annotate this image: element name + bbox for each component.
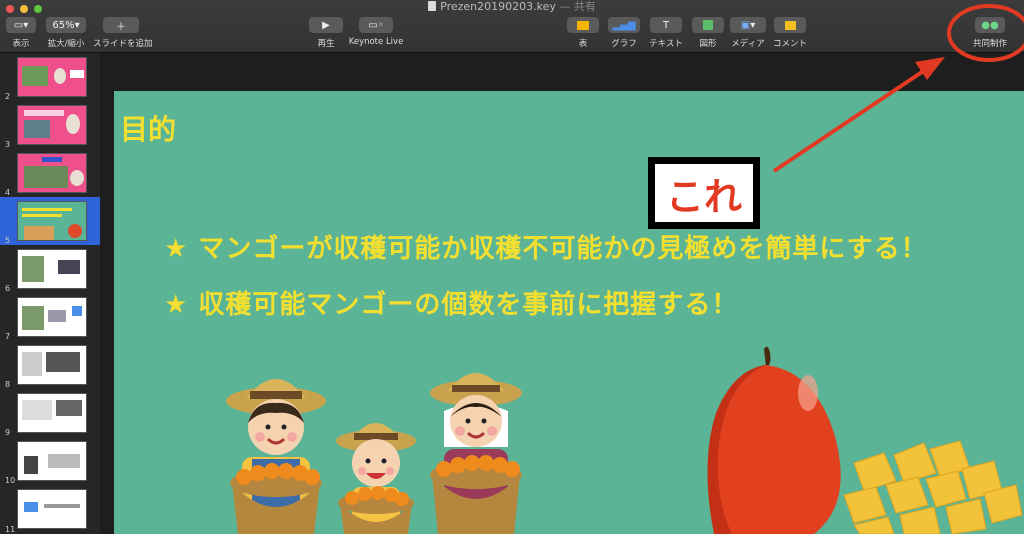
slide-thumbnail-10[interactable]: 10 [0,437,100,485]
keynote-live-button[interactable]: ▭◦ Keynote Live [348,17,404,47]
slide-preview [17,297,87,337]
comment-icon [774,17,806,33]
collaborate-button[interactable]: ●● 共同制作 [970,17,1010,49]
slide-preview [17,393,87,433]
slide-navigator: 2 3 4 5 6 7 8 9 10 11 [0,53,100,534]
shape-icon [692,17,724,33]
sidebar-icon: ▭▾ [6,17,36,33]
slide-preview [17,153,87,193]
chart-icon: ▂▄▆ [608,17,640,33]
slide-thumbnail-2[interactable]: 2 [0,53,100,101]
slide-preview [17,489,87,529]
zoom-value: 65% [52,19,75,31]
slide-thumbnail-9[interactable]: 9 [0,389,100,437]
slide-thumbnail-11[interactable]: 11 [0,485,100,534]
plus-icon: ＋ [103,17,139,33]
toolbar: Prezen20190203.key — 共有 ▭▾ 表示 65% ▾ 拡大/縮小… [0,0,1024,53]
slide-preview [17,201,87,241]
slide-thumbnail-8[interactable]: 8 [0,341,100,389]
shape-button[interactable]: 図形 [691,17,725,49]
table-button[interactable]: 表 [566,17,600,49]
slide-thumbnail-7[interactable]: 7 [0,293,100,341]
bullet-2[interactable]: ★ 収穫可能マンゴーの個数を事前に把握する！ [164,284,738,321]
callout-box: これ [648,157,760,229]
slide-title[interactable]: 目的 [120,108,176,148]
slide-preview [17,249,87,289]
slide-5[interactable]: 目的 ★ マンゴーが収穫可能か収穫不可能かの見極めを簡単にする！ ★ 収穫可能マ… [114,91,1024,534]
add-slide-button[interactable]: ＋ スライドを追加 [93,17,153,49]
slide-thumbnail-6[interactable]: 6 [0,245,100,293]
slide-thumbnail-5[interactable]: 5 [0,197,100,245]
media-icon: ▣ ▾ [730,17,766,33]
window-title: Prezen20190203.key — 共有 [0,0,1024,13]
play-button[interactable]: ▶ 再生 [308,17,344,49]
play-icon: ▶ [309,17,343,33]
bullet-1[interactable]: ★ マンゴーが収穫可能か収穫不可能かの見極めを簡単にする！ [164,228,928,265]
slide-preview [17,441,87,481]
callout-label: これ [655,164,753,222]
slide-thumbnail-3[interactable]: 3 [0,101,100,149]
keynote-live-icon: ▭◦ [359,17,393,33]
text-icon: T [650,17,682,33]
slide-thumbnail-4[interactable]: 4 [0,149,100,197]
media-button[interactable]: ▣ ▾ メディア [729,17,767,49]
slide-preview [17,345,87,385]
collaborate-icon: ●● [975,17,1005,33]
zoom-control[interactable]: 65% ▾ 拡大/縮小 [44,17,88,49]
mango-illustration [707,346,1023,534]
text-button[interactable]: T テキスト [646,17,686,49]
table-icon [567,17,599,33]
farmers-illustration [226,373,522,534]
slide-preview [17,57,87,97]
comment-button[interactable]: コメント [772,17,808,49]
chart-button[interactable]: ▂▄▆ グラフ [606,17,642,49]
document-icon [428,1,437,11]
view-button[interactable]: ▭▾ 表示 [6,17,36,49]
slide-preview [17,105,87,145]
